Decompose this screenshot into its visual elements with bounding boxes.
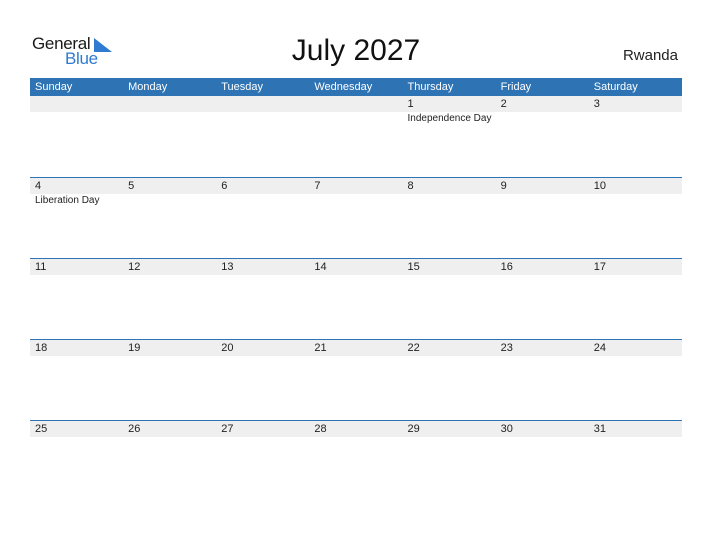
holiday-label — [123, 112, 216, 126]
day-number: 20 — [221, 342, 234, 354]
holiday-label — [403, 194, 496, 208]
date-band: 18 19 20 21 22 23 24 — [30, 340, 682, 356]
weekday-wednesday: Wednesday — [314, 81, 373, 93]
events-band: Liberation Day — [30, 194, 682, 208]
day-number: 18 — [35, 342, 48, 354]
holiday-label — [30, 112, 123, 126]
week-row: 4 5 6 7 8 9 10 Liberation Day — [30, 177, 682, 258]
holiday-label — [216, 194, 309, 208]
holiday-label — [216, 112, 309, 126]
day-number: 28 — [314, 423, 327, 435]
day-number — [309, 96, 402, 112]
holiday-label: Liberation Day — [35, 195, 100, 206]
holiday-label — [496, 112, 589, 126]
day-number: 30 — [500, 423, 513, 435]
day-number: 22 — [407, 342, 420, 354]
day-number: 25 — [35, 423, 48, 435]
day-number: 2 — [500, 98, 507, 110]
day-number: 6 — [221, 180, 228, 192]
day-number: 3 — [593, 98, 600, 110]
day-number: 27 — [221, 423, 234, 435]
date-band: 25 26 27 28 29 30 31 — [30, 421, 682, 437]
day-number: 26 — [128, 423, 141, 435]
holiday-label — [589, 112, 682, 126]
date-band: 4 5 6 7 8 9 10 — [30, 178, 682, 194]
events-band: Independence Day — [30, 112, 682, 126]
holiday-label — [123, 194, 216, 208]
weekday-saturday: Saturday — [593, 81, 638, 93]
day-number: 12 — [128, 261, 141, 273]
weekday-header: Sunday Monday Tuesday Wednesday Thursday… — [30, 78, 682, 96]
day-number: 4 — [35, 180, 42, 192]
calendar-grid: Sunday Monday Tuesday Wednesday Thursday… — [30, 78, 682, 501]
day-number: 8 — [407, 180, 414, 192]
day-number: 10 — [593, 180, 606, 192]
week-row: 18 19 20 21 22 23 24 — [30, 339, 682, 420]
holiday-label — [309, 194, 402, 208]
day-number: 13 — [221, 261, 234, 273]
week-row: 25 26 27 28 29 30 31 — [30, 420, 682, 501]
date-band: 11 12 13 14 15 16 17 — [30, 259, 682, 275]
weekday-tuesday: Tuesday — [221, 81, 264, 93]
week-row: 1 2 3 Independence Day — [30, 96, 682, 177]
day-number: 1 — [407, 98, 414, 110]
weekday-sunday: Sunday — [35, 81, 73, 93]
holiday-label — [589, 194, 682, 208]
day-number: 19 — [128, 342, 141, 354]
holiday-label — [496, 194, 589, 208]
day-number — [123, 96, 216, 112]
holiday-label — [309, 112, 402, 126]
weekday-friday: Friday — [500, 81, 532, 93]
day-number: 29 — [407, 423, 420, 435]
weekday-monday: Monday — [128, 81, 168, 93]
day-number: 17 — [593, 261, 606, 273]
weekday-thursday: Thursday — [407, 81, 454, 93]
day-number: 23 — [500, 342, 513, 354]
day-number — [216, 96, 309, 112]
day-number: 7 — [314, 180, 321, 192]
day-number: 11 — [35, 261, 47, 273]
day-number: 15 — [407, 261, 420, 273]
day-number: 31 — [593, 423, 606, 435]
calendar-title: July 2027 — [291, 34, 421, 67]
country-label: Rwanda — [622, 47, 678, 64]
day-number: 16 — [500, 261, 513, 273]
day-number: 5 — [128, 180, 135, 192]
day-number — [30, 96, 123, 112]
day-number: 24 — [593, 342, 606, 354]
day-number: 9 — [500, 180, 507, 192]
day-number: 14 — [314, 261, 327, 273]
week-row: 11 12 13 14 15 16 17 — [30, 258, 682, 339]
date-band: 1 2 3 — [30, 96, 682, 112]
holiday-label: Independence Day — [407, 113, 492, 124]
day-number: 21 — [314, 342, 327, 354]
